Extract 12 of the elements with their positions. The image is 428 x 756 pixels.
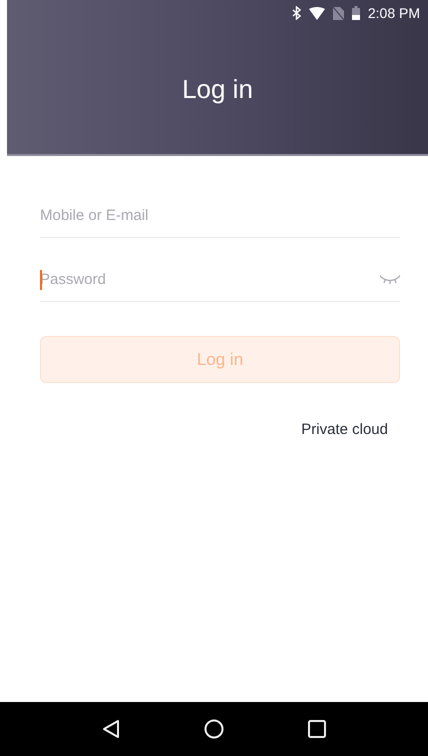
home-icon[interactable] (204, 719, 224, 739)
back-icon[interactable] (102, 719, 120, 739)
private-cloud-link[interactable]: Private cloud (301, 421, 388, 438)
password-field[interactable]: Password (40, 258, 380, 301)
wifi-icon (308, 6, 325, 20)
account-field[interactable]: Mobile or E-mail (40, 194, 400, 237)
status-time: 2:08 PM (368, 5, 420, 21)
page-title: Log in (182, 74, 253, 105)
recents-icon[interactable] (308, 720, 326, 738)
battery-icon (352, 6, 360, 20)
bluetooth-icon (292, 6, 301, 20)
no-sim-icon (332, 6, 344, 20)
